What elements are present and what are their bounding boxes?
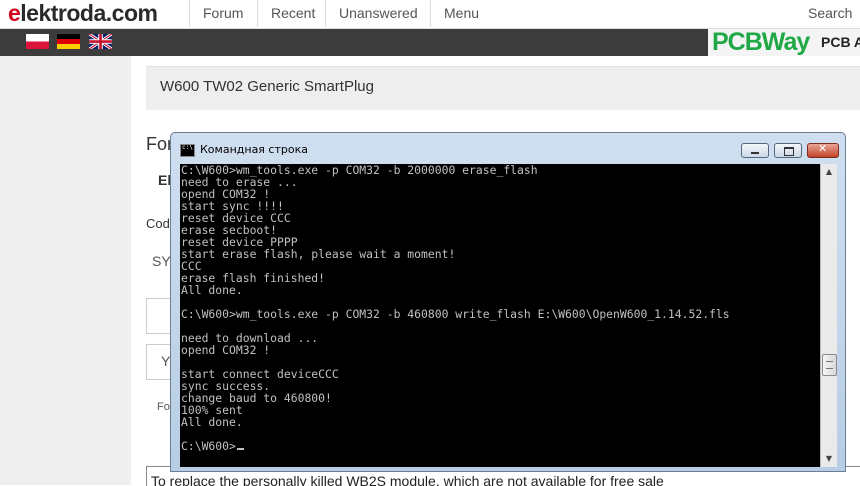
maximize-button[interactable] xyxy=(774,143,802,158)
console-line: All done. xyxy=(181,283,243,297)
site-logo[interactable]: elektroda.com xyxy=(8,0,158,26)
console-line: start erase flash, please wait a moment! xyxy=(181,247,456,261)
close-button[interactable] xyxy=(807,142,839,158)
vertical-scrollbar[interactable]: ▲ ▼ xyxy=(820,164,837,467)
scroll-up-icon[interactable]: ▲ xyxy=(821,164,837,180)
scroll-down-icon[interactable]: ▼ xyxy=(821,451,837,467)
pcbway-tagline: PCB A xyxy=(821,34,860,50)
console-line: change baud to 460800! xyxy=(181,391,332,405)
thread-title-box: W600 TW02 Generic SmartPlug xyxy=(146,66,860,110)
left-gutter xyxy=(0,56,131,485)
input-text-fragment: Y xyxy=(161,353,171,369)
post-text: To replace the personally killed WB2S mo… xyxy=(151,473,664,486)
top-nav: elektroda.com Forum Recent Unanswered Me… xyxy=(0,0,860,29)
pcbway-ad[interactable]: PCBWay PCB A xyxy=(708,28,860,56)
search-link[interactable]: Search xyxy=(808,0,852,26)
logo-letter-e: e xyxy=(8,0,21,26)
console-line: need to download ... xyxy=(181,331,319,345)
console-line: opend COM32 ! xyxy=(181,343,271,357)
forum-heading-fragment: For xyxy=(146,134,173,154)
console-line: C:\W600>wm_tools.exe -p COM32 -b 460800 … xyxy=(181,307,730,321)
poland-flag-icon[interactable] xyxy=(26,34,49,49)
thread-title: W600 TW02 Generic SmartPlug xyxy=(160,78,374,95)
nav-forum[interactable]: Forum xyxy=(189,0,256,27)
console-app-icon xyxy=(180,144,195,157)
console-line: erase flash finished! xyxy=(181,271,326,285)
logo-text: lektroda.com xyxy=(20,0,158,26)
pcbway-logo: PCBWay xyxy=(712,28,810,56)
nav-menu[interactable]: Menu xyxy=(430,0,492,27)
code-label-fragment: Cod xyxy=(146,216,170,231)
germany-flag-icon[interactable] xyxy=(57,34,80,49)
console-line: All done. xyxy=(181,415,243,429)
scroll-thumb[interactable] xyxy=(822,354,837,376)
text-cursor xyxy=(236,448,244,450)
console-output[interactable]: C:\W600>wm_tools.exe -p COM32 -b 2000000… xyxy=(180,164,820,467)
window-title: Командная строка xyxy=(200,143,308,156)
console-line: C:\W600> xyxy=(180,440,820,452)
small-text-fragment: Fo xyxy=(157,401,170,413)
minimize-button[interactable] xyxy=(741,143,769,158)
console-line: start connect deviceCCC xyxy=(181,367,339,381)
nav-recent[interactable]: Recent xyxy=(257,0,328,27)
select-fragment[interactable]: SY xyxy=(152,253,171,269)
uk-flag-icon[interactable] xyxy=(89,34,112,49)
command-prompt-window[interactable]: Командная строка C:\W600>wm_tools.exe -p… xyxy=(170,132,846,472)
console-line: 100% sent xyxy=(181,403,243,417)
console-line: need to erase ... xyxy=(181,175,298,189)
nav-unanswered[interactable]: Unanswered xyxy=(325,0,431,27)
